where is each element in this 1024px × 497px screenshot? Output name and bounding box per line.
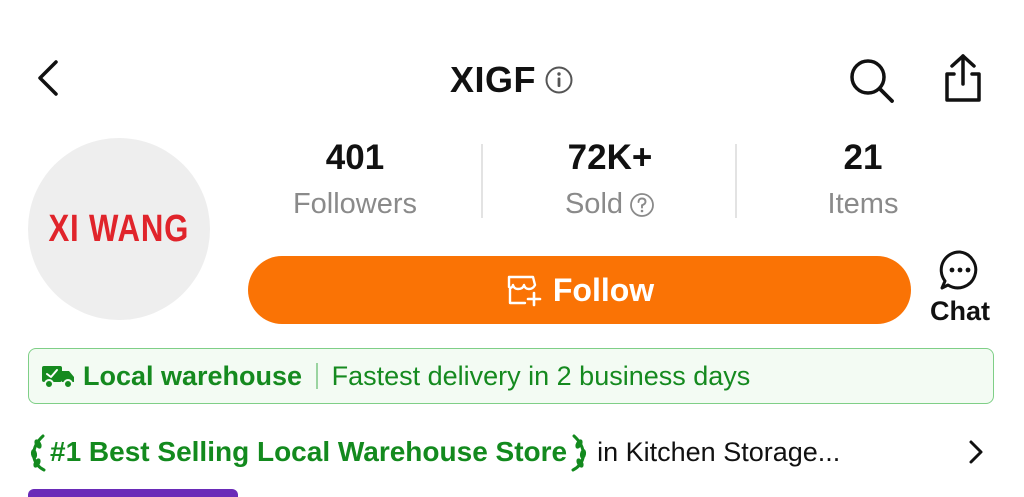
chevron-right-icon [969,440,983,464]
ranking-row[interactable]: #1 Best Selling Local Warehouse Store in… [28,428,994,476]
laurel-right-icon [571,434,587,472]
back-button[interactable] [30,56,70,100]
follow-label: Follow [552,271,655,308]
back-arrow-icon [38,60,58,96]
avatar-logo-text: XI WANG [48,207,190,250]
sold-label: Sold [564,188,624,220]
search-icon [850,59,894,103]
chat-bubble-icon [939,250,978,290]
items-count: 21 [843,138,883,177]
store-title: XIGF [449,59,536,100]
delivery-text: Fastest delivery in 2 business days [331,360,751,391]
laurel-left-icon [30,434,46,472]
followers-label: Followers [292,188,418,220]
local-warehouse-banner[interactable]: Local warehouse Fastest delivery in 2 bu… [28,348,994,404]
search-button[interactable] [845,54,897,106]
info-icon[interactable] [544,65,574,95]
share-button[interactable] [938,52,988,106]
stat-divider [481,144,483,218]
stat-followers[interactable]: 401 Followers [230,136,480,221]
help-icon[interactable] [629,192,655,218]
sold-count: 72K+ [567,138,653,177]
partial-banner-edge [28,489,238,497]
delivery-truck-icon [42,366,74,389]
stat-sold[interactable]: 72K+ Sold [485,136,735,221]
follow-button[interactable]: Follow [248,256,911,324]
store-avatar[interactable]: XI WANG [28,138,210,320]
items-label: Items [827,188,899,220]
stat-items[interactable]: 21 Items [738,136,988,221]
ranking-category: in Kitchen Storage... [597,436,841,467]
stat-divider [735,144,737,218]
followers-count: 401 [325,138,385,177]
banner-divider [316,363,318,389]
store-add-icon [507,275,542,307]
ranking-title: #1 Best Selling Local Warehouse Store [50,436,568,467]
warehouse-label: Local warehouse [83,360,303,391]
chat-label: Chat [930,296,990,326]
share-icon [945,54,981,102]
chat-button[interactable]: Chat [918,248,1002,332]
